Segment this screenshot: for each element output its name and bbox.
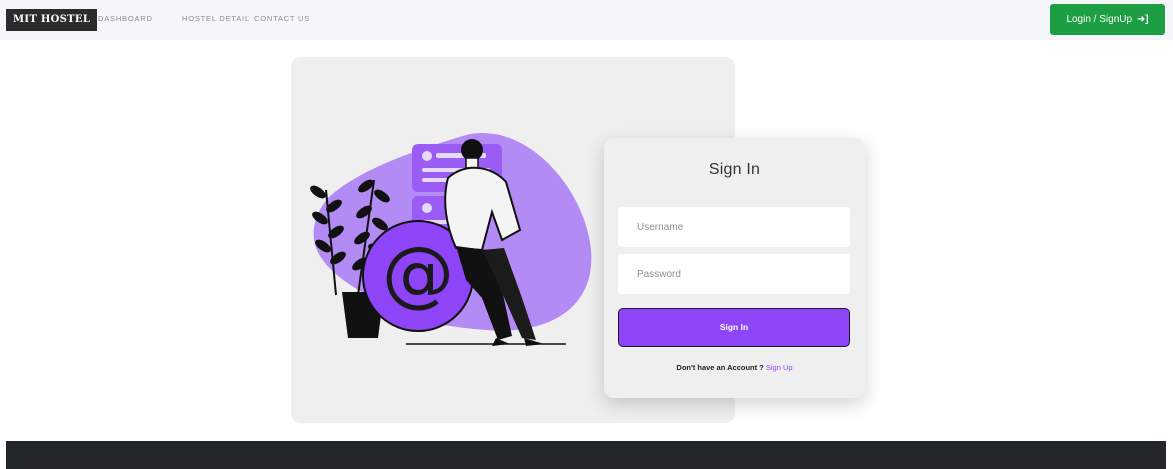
navbar: MIT HOSTEL DASHBOARD HOSTEL DETAIL CONTA…	[0, 0, 1173, 40]
signup-prompt: Don't have an Account ? Sign Up	[604, 363, 865, 372]
at-symbol: @	[382, 231, 454, 315]
signin-button[interactable]: Sign In	[618, 308, 850, 347]
login-signup-label: Login / SignUp	[1066, 14, 1133, 25]
signin-card: Sign In Sign In Don't have an Account ? …	[604, 138, 865, 398]
nav-link-dashboard[interactable]: DASHBOARD	[98, 13, 153, 25]
email-illustration: @	[310, 132, 592, 346]
password-input[interactable]	[618, 254, 850, 294]
nav-link-hostel-detail[interactable]: HOSTEL DETAIL	[182, 13, 250, 25]
nav-link-contact-us[interactable]: CONTACT US	[254, 13, 310, 25]
sign-in-icon: ➜]	[1136, 14, 1149, 25]
brand-logo[interactable]: MIT HOSTEL	[6, 9, 98, 31]
username-input[interactable]	[618, 207, 850, 247]
login-signup-button[interactable]: Login / SignUp ➜]	[1050, 4, 1165, 35]
signin-title: Sign In	[708, 161, 761, 178]
signup-link[interactable]: Sign Up	[766, 363, 793, 372]
no-account-text: Don't have an Account ?	[676, 363, 764, 372]
footer	[6, 441, 1166, 469]
